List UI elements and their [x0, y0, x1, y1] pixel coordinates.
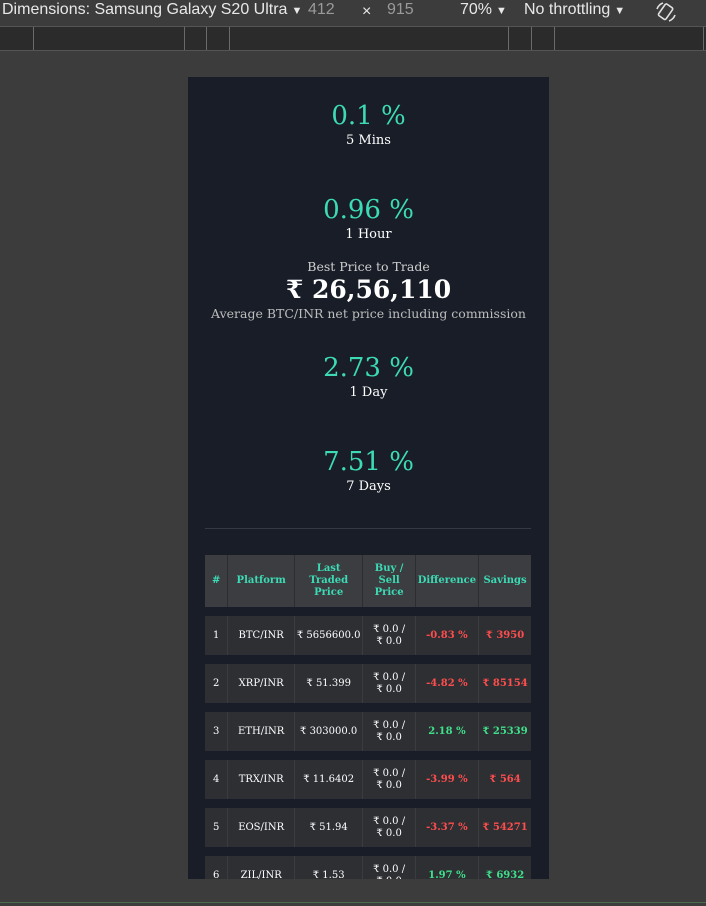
cell-savings: ₹ 6932: [479, 856, 531, 879]
device-select[interactable]: Dimensions: Samsung Galaxy S20 Ultra ▼: [2, 1, 302, 19]
cell-platform: XRP/INR: [228, 664, 295, 703]
cell-platform: EOS/INR: [228, 808, 295, 847]
table-header-row: # Platform Last Traded Price Buy / Sell …: [205, 555, 531, 607]
cell-last-traded-price: ₹ 51.94: [294, 808, 364, 847]
stat-5-mins: 0.1 % 5 Mins: [188, 101, 549, 149]
cell-difference: -3.99 %: [415, 760, 480, 799]
cell-difference: 1.97 %: [415, 856, 480, 879]
cell-num: 3: [205, 712, 229, 751]
stat-1-hour: 0.96 % 1 Hour: [188, 195, 549, 243]
cell-num: 6: [205, 856, 229, 879]
col-platform: Platform: [228, 555, 295, 607]
device-ruler: [0, 26, 706, 51]
col-last-traded-price: Last Traded Price: [294, 555, 364, 607]
stat-label: 5 Mins: [346, 133, 391, 148]
cell-savings: ₹ 564: [479, 760, 531, 799]
cell-last-traded-price: ₹ 303000.0: [294, 712, 364, 751]
sell-price: ₹ 0.0: [376, 779, 402, 791]
table-row: 1 BTC/INR ₹ 5656600.0 ₹ 0.0 /₹ 0.0 -0.83 % ₹ …: [205, 616, 531, 655]
cell-num: 2: [205, 664, 229, 703]
col-difference: Difference: [415, 555, 480, 607]
cell-platform: ETH/INR: [228, 712, 295, 751]
cell-difference: -4.82 %: [415, 664, 480, 703]
stat-7-days: 7.51 % 7 Days: [188, 447, 549, 495]
cell-last-traded-price: ₹ 1.53: [294, 856, 364, 879]
best-price-caption: Best Price to Trade: [307, 259, 430, 274]
device-viewport: 0.1 % 5 Mins 0.96 % 1 Hour Best Price to…: [188, 77, 549, 879]
table-row: 6ZIL/INR₹ 1.53₹ 0.0 /₹ 0.01.97 %₹ 6932: [205, 856, 531, 879]
buy-price: ₹ 0.0 /: [373, 863, 406, 875]
status-line: [0, 902, 706, 903]
cell-last-traded-price: ₹ 11.6402: [294, 760, 364, 799]
buy-price: ₹ 0.0 /: [373, 767, 406, 779]
stat-label: 7 Days: [346, 479, 391, 494]
best-price: Best Price to Trade ₹ 26,56,110 Average …: [188, 259, 549, 322]
sell-price: ₹ 0.0: [376, 635, 402, 647]
table-row: 3 ETH/INR ₹ 303000.0 ₹ 0.0 /₹ 0.0 2.18 % ₹ 25…: [205, 712, 531, 751]
cell-platform: TRX/INR: [228, 760, 295, 799]
stat-value: 2.73 %: [323, 353, 414, 383]
width-input[interactable]: 412: [308, 1, 335, 19]
table-row: 4 TRX/INR ₹ 11.6402 ₹ 0.0 /₹ 0.0 -3.99 % ₹ 56…: [205, 760, 531, 799]
best-price-subtitle: Average BTC/INR net price including comm…: [211, 306, 526, 321]
stat-value: 7.51 %: [323, 447, 414, 477]
cell-buy-sell-price: ₹ 0.0 /₹ 0.0: [363, 856, 416, 880]
device-label: Dimensions: Samsung Galaxy S20 Ultra: [2, 1, 288, 18]
buy-price: ₹ 0.0 /: [373, 623, 406, 635]
stat-label: 1 Hour: [345, 227, 392, 242]
table-row: 5 EOS/INR ₹ 51.94 ₹ 0.0 /₹ 0.0 -3.37 % ₹ 5427…: [205, 808, 531, 847]
zoom-select[interactable]: 70% ▼: [460, 1, 507, 19]
section-divider: [205, 528, 531, 529]
sell-price: ₹ 0.0: [376, 731, 402, 743]
cell-last-traded-price: ₹ 51.399: [294, 664, 364, 703]
stat-value: 0.96 %: [323, 195, 414, 225]
cell-savings: ₹ 25339: [479, 712, 531, 751]
chevron-down-icon: ▼: [291, 5, 303, 17]
table-row: 2 XRP/INR ₹ 51.399 ₹ 0.0 /₹ 0.0 -4.82 % ₹ 851…: [205, 664, 531, 703]
cell-difference: -3.37 %: [415, 808, 480, 847]
chevron-down-icon: ▼: [614, 5, 626, 17]
buy-price: ₹ 0.0 /: [373, 671, 406, 683]
stat-value: 0.1 %: [331, 101, 406, 131]
col-savings: Savings: [479, 555, 531, 607]
cell-savings: ₹ 85154: [479, 664, 531, 703]
platform-table: # Platform Last Traded Price Buy / Sell …: [205, 546, 531, 879]
throttling-select[interactable]: No throttling ▼: [524, 1, 625, 19]
col-num: #: [205, 555, 229, 607]
cell-difference: -0.83 %: [415, 616, 480, 655]
stat-label: 1 Day: [349, 385, 388, 400]
cell-last-traded-price: ₹ 5656600.0: [294, 616, 364, 655]
zoom-label: 70%: [460, 1, 493, 18]
cell-platform: ZIL/INR: [228, 856, 295, 879]
sell-price: ₹ 0.0: [376, 827, 402, 839]
best-price-value: ₹ 26,56,110: [285, 275, 452, 304]
cell-savings: ₹ 3950: [479, 616, 531, 655]
throttling-label: No throttling: [524, 1, 611, 18]
col-buy-sell-price: Buy / Sell Price: [363, 555, 416, 607]
buy-price: ₹ 0.0 /: [373, 719, 406, 731]
cell-buy-sell-price: ₹ 0.0 /₹ 0.0: [363, 664, 416, 703]
height-input[interactable]: 915: [387, 1, 414, 19]
cell-buy-sell-price: ₹ 0.0 /₹ 0.0: [363, 808, 416, 847]
cell-buy-sell-price: ₹ 0.0 /₹ 0.0: [363, 712, 416, 751]
cell-num: 5: [205, 808, 229, 847]
times-icon: ×: [362, 3, 372, 20]
cell-num: 1: [205, 616, 229, 655]
cell-platform: BTC/INR: [228, 616, 295, 655]
rotate-icon[interactable]: [654, 0, 678, 24]
sell-price: ₹ 0.0: [365, 876, 412, 880]
buy-price: ₹ 0.0 /: [373, 815, 406, 827]
cell-buy-sell-price: ₹ 0.0 /₹ 0.0: [363, 616, 416, 655]
stat-1-day: 2.73 % 1 Day: [188, 353, 549, 401]
cell-num: 4: [205, 760, 229, 799]
devtools-toolbar: Dimensions: Samsung Galaxy S20 Ultra ▼ 41…: [0, 0, 706, 26]
cell-buy-sell-price: ₹ 0.0 /₹ 0.0: [363, 760, 416, 799]
sell-price: ₹ 0.0: [376, 683, 402, 695]
chevron-down-icon: ▼: [496, 5, 507, 17]
cell-savings: ₹ 54271: [479, 808, 531, 847]
cell-difference: 2.18 %: [415, 712, 480, 751]
